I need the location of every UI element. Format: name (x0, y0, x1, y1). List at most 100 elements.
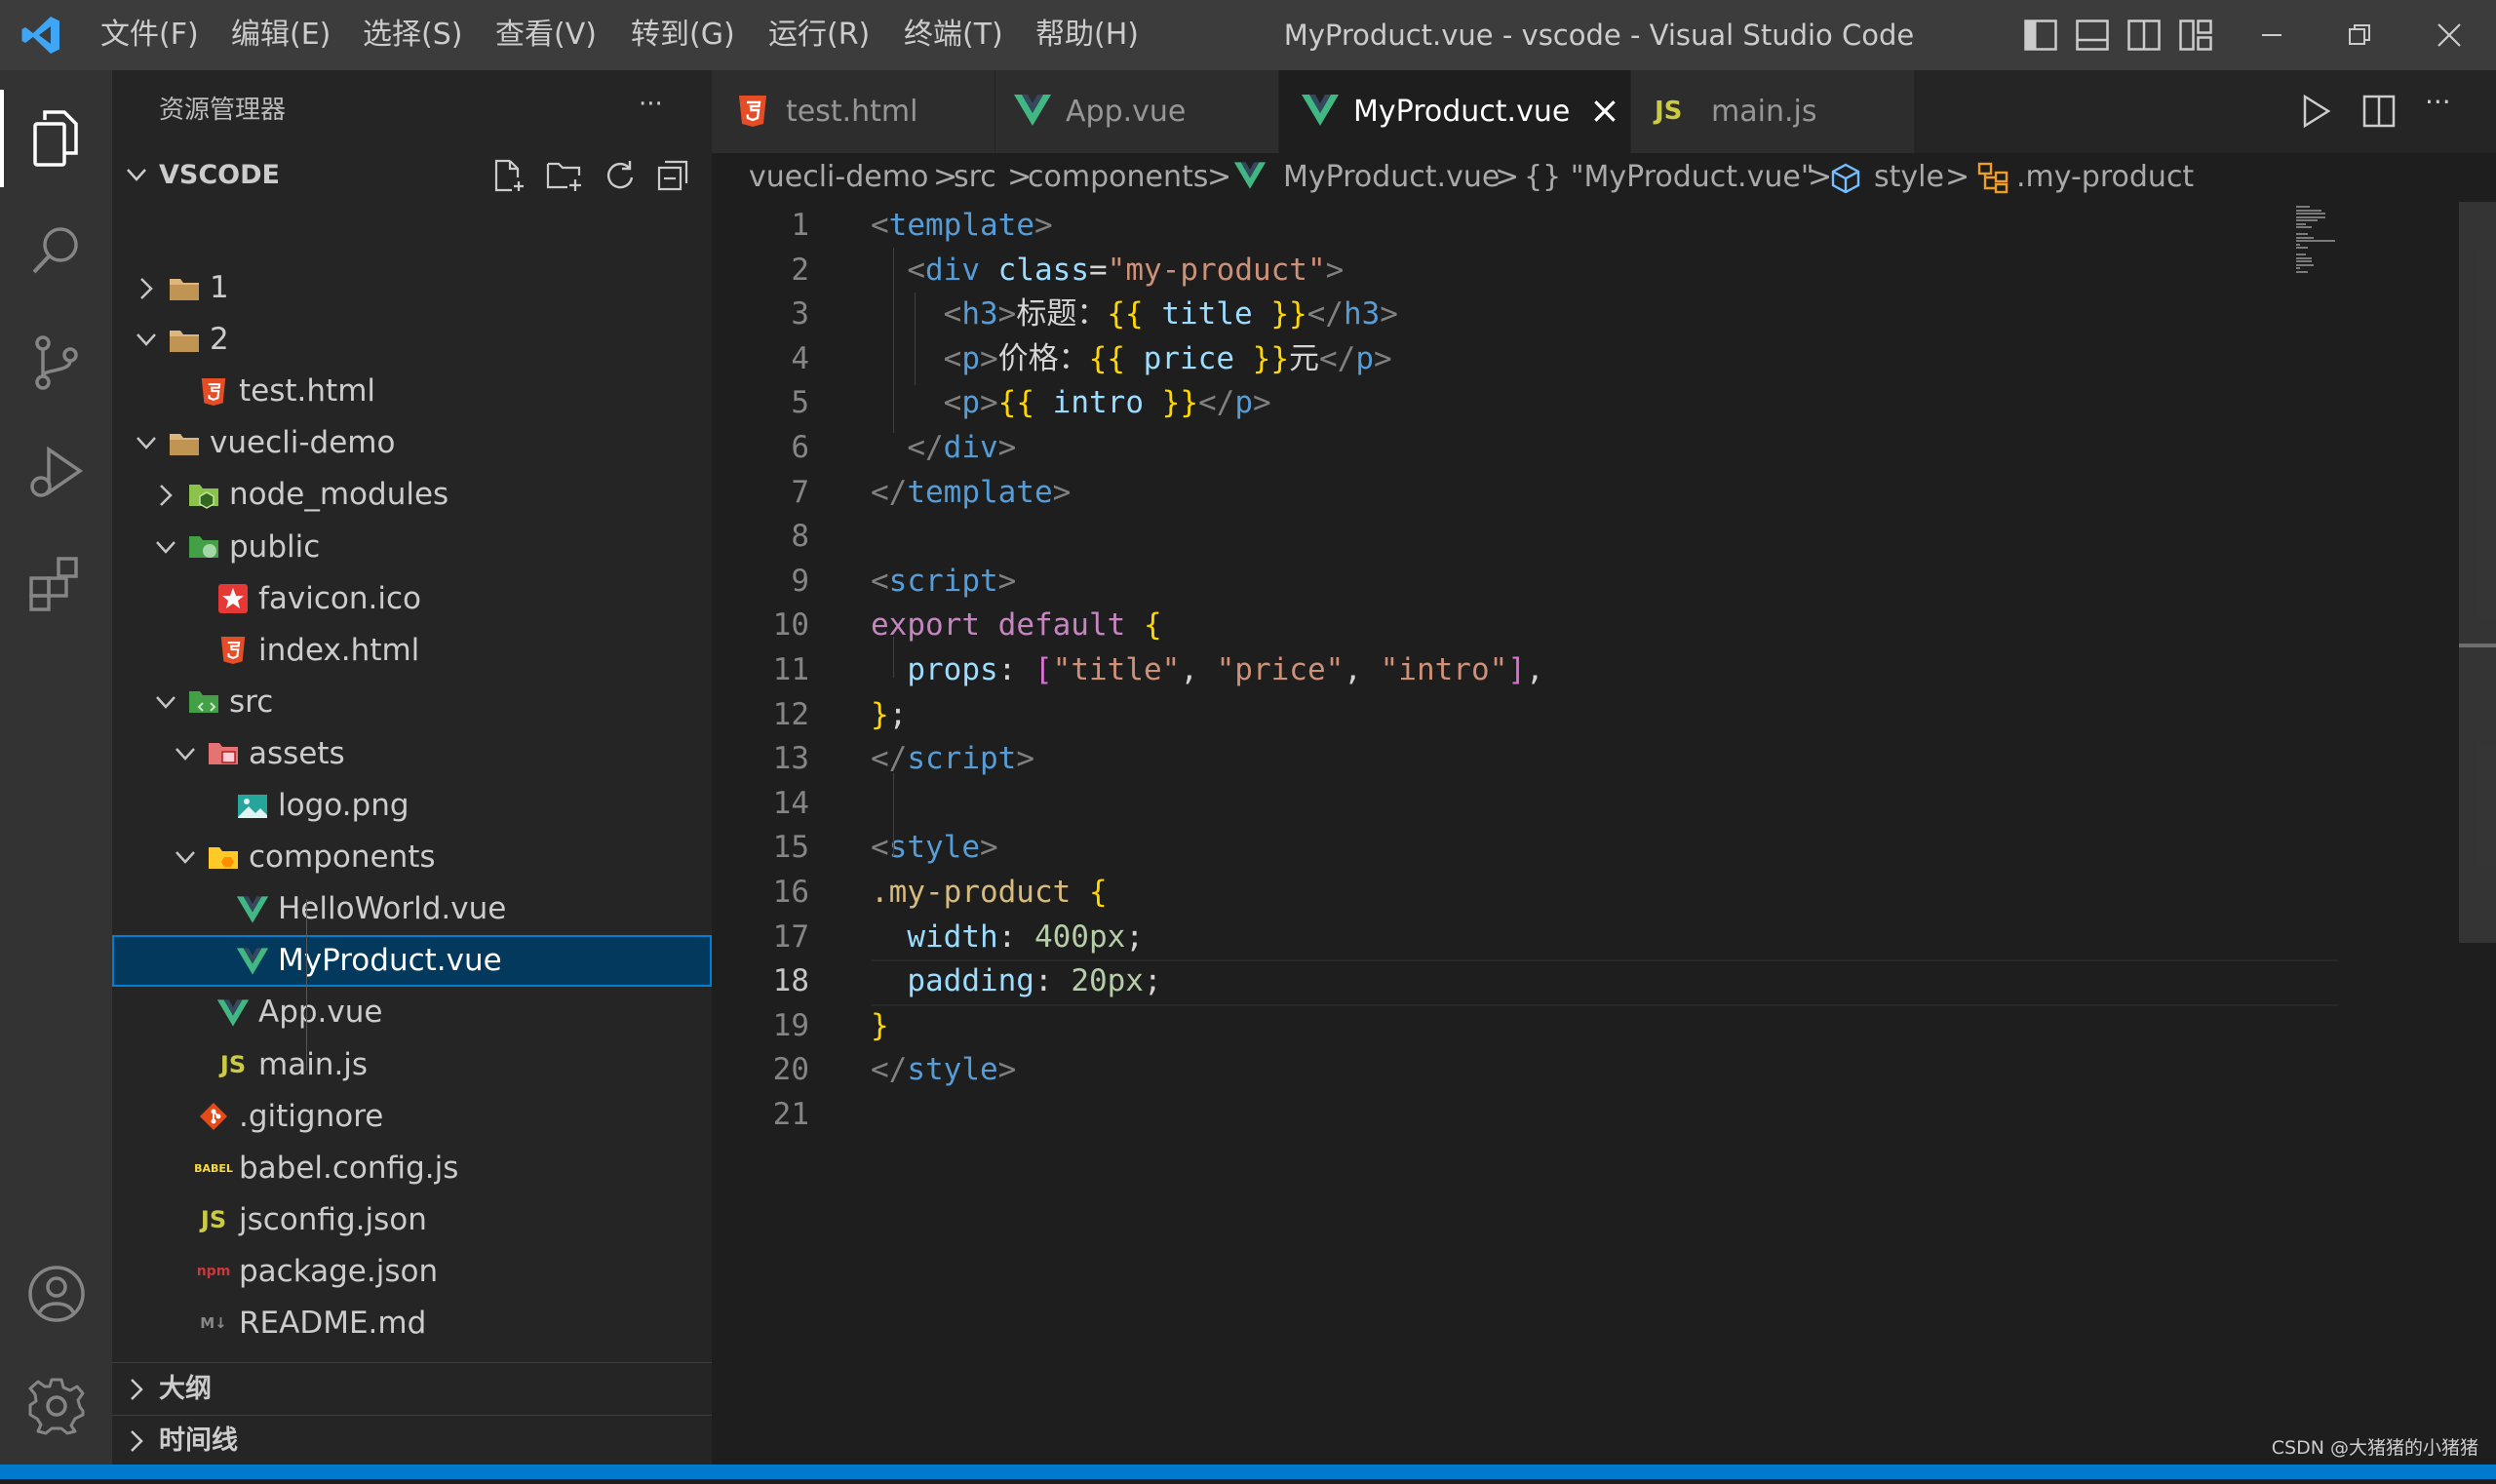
tree-item[interactable]: 1 (112, 262, 712, 314)
code-token: p (961, 340, 980, 376)
tree-item[interactable]: test.html (112, 366, 712, 417)
chevron-down-icon[interactable] (132, 314, 161, 366)
timeline-header[interactable]: 时间线 (112, 1416, 712, 1466)
minimap[interactable] (2291, 202, 2457, 290)
chevron-down-icon[interactable] (171, 832, 200, 883)
close-tab-icon[interactable]: × (1589, 90, 1620, 131)
tree-item[interactable]: M↓ README.md (112, 1298, 712, 1349)
code-line[interactable]: 6 </div> (712, 426, 2369, 471)
code-line[interactable]: 10 export default { (712, 604, 2369, 648)
breadcrumb-item[interactable]: .my-product (2016, 153, 2194, 202)
tab-app-vue[interactable]: App.vue (995, 70, 1279, 153)
tree-item[interactable]: App.vue (112, 987, 712, 1038)
code-line[interactable]: 15 <style> (712, 826, 2369, 871)
breadcrumb-item[interactable]: components (1028, 153, 1208, 202)
code-editor[interactable]: 1 <template> 2 <div class="my-product"> 3 <… (712, 202, 2496, 1464)
tab-main-js[interactable]: JS main.js (1631, 70, 1915, 153)
tree-item[interactable]: index.html (112, 625, 712, 677)
tree-item[interactable]: favicon.ico (112, 573, 712, 625)
tree-item[interactable]: JS jsconfig.json (112, 1194, 712, 1246)
chevron-right-icon[interactable] (151, 469, 180, 521)
menu-run[interactable]: 运行(R) (768, 0, 870, 70)
explorer-icon[interactable] (0, 85, 112, 192)
code-line[interactable]: 12}; (712, 693, 2369, 738)
code-line[interactable]: 9 <script> (712, 560, 2369, 605)
minimize-icon[interactable] (2242, 0, 2301, 70)
tree-item[interactable]: node_modules (112, 469, 712, 521)
menu-edit[interactable]: 编辑(E) (231, 0, 331, 70)
minimap-line (2296, 260, 2312, 262)
menu-selection[interactable]: 选择(S) (363, 0, 462, 70)
manage-gear-icon[interactable] (0, 1352, 112, 1460)
tree-item[interactable]: vuecli-demo (112, 417, 712, 469)
tree-item[interactable]: src (112, 677, 712, 728)
code-line[interactable]: 4 <p>价格：{{ price }}元</p> (712, 337, 2369, 382)
breadcrumb-separator: > (1207, 160, 1232, 194)
code-line[interactable]: 19} (712, 1004, 2369, 1049)
code-line[interactable]: 18 padding: 20px; (712, 959, 2369, 1004)
code-line[interactable]: 20 </style> (712, 1048, 2369, 1093)
menu-help[interactable]: 帮助(H) (1035, 0, 1139, 70)
code-line[interactable]: 17 width: 400px; (712, 916, 2369, 960)
menu-view[interactable]: 查看(V) (495, 0, 597, 70)
search-icon[interactable] (0, 197, 112, 304)
code-line[interactable]: 21 (712, 1093, 2369, 1138)
breadcrumb-item[interactable]: style (1874, 153, 1944, 202)
chevron-down-icon[interactable] (171, 728, 200, 780)
tree-item[interactable]: BABEL babel.config.js (112, 1143, 712, 1194)
close-window-icon[interactable] (2420, 0, 2478, 70)
code-line[interactable]: 8 (712, 515, 2369, 560)
menu-go[interactable]: 转到(G) (631, 0, 735, 70)
extensions-icon[interactable] (0, 530, 112, 638)
tree-item[interactable]: public (112, 522, 712, 573)
toggle-panel-icon[interactable] (2063, 0, 2122, 70)
code-area[interactable]: 1 <template> 2 <div class="my-product"> 3 <… (712, 202, 2369, 1177)
run-debug-icon[interactable] (0, 419, 112, 527)
code-line[interactable]: 14 (712, 782, 2369, 827)
tree-item[interactable]: HelloWorld.vue (112, 883, 712, 935)
code-line[interactable]: 1 <template> (712, 204, 2369, 249)
tree-item[interactable]: components (112, 832, 712, 883)
code-line[interactable]: 11 props: ["title", "price", "intro"], (712, 648, 2369, 693)
customize-layout-icon[interactable] (2166, 0, 2225, 70)
editor-more-icon[interactable]: ··· (2425, 86, 2451, 118)
tree-item[interactable]: npm package.json (112, 1246, 712, 1298)
chevron-down-icon[interactable] (132, 417, 161, 469)
accounts-icon[interactable] (0, 1240, 112, 1347)
tree-item[interactable]: vue.config.js (112, 1349, 712, 1357)
tree-item[interactable]: 2 (112, 314, 712, 366)
code-line[interactable]: 16 .my-product { (712, 871, 2369, 916)
vertical-scrollbar[interactable] (2459, 202, 2496, 943)
chevron-right-icon[interactable] (132, 262, 161, 314)
code-line[interactable]: 13 </script> (712, 737, 2369, 782)
breadcrumb-item[interactable]: src (954, 153, 996, 202)
breadcrumb-item[interactable]: vuecli-demo (749, 153, 928, 202)
toggle-primary-sidebar-icon[interactable] (2011, 0, 2070, 70)
tree-item[interactable]: MyProduct.vue (112, 935, 712, 988)
tree-item[interactable]: .gitignore (112, 1091, 712, 1143)
menu-file[interactable]: 文件(F) (100, 0, 199, 70)
breadcrumb-item[interactable]: MyProduct.vue (1283, 153, 1500, 202)
code-line[interactable]: 2 <div class="my-product"> (712, 249, 2369, 293)
code-line[interactable]: 3 <h3>标题：{{ title }}</h3> (712, 293, 2369, 337)
breadcrumb-item[interactable]: {} "MyProduct.vue" (1524, 153, 1814, 202)
chevron-down-icon[interactable] (151, 522, 180, 573)
source-control-icon[interactable] (0, 309, 112, 416)
tree-item[interactable]: assets (112, 728, 712, 780)
tree-item[interactable]: JS main.js (112, 1039, 712, 1091)
restore-icon[interactable] (2330, 0, 2389, 70)
outline-header[interactable]: 大纲 (112, 1364, 712, 1415)
toggle-secondary-sidebar-icon[interactable] (2115, 0, 2173, 70)
tab-myproduct-vue[interactable]: MyProduct.vue × (1279, 70, 1631, 153)
line-number: 3 (791, 296, 809, 332)
split-editor-icon[interactable] (2361, 94, 2397, 133)
code-line[interactable]: 5 <p>{{ intro }}</p> (712, 381, 2369, 426)
favicon-icon (214, 573, 253, 625)
run-icon[interactable] (2299, 94, 2332, 133)
tree-item[interactable]: logo.png (112, 780, 712, 832)
minimap-line (2296, 263, 2314, 266)
menu-terminal[interactable]: 终端(T) (904, 0, 1003, 70)
chevron-down-icon[interactable] (151, 677, 180, 728)
tab-test-html[interactable]: test.html (712, 70, 995, 153)
code-line[interactable]: 7 </template> (712, 471, 2369, 516)
